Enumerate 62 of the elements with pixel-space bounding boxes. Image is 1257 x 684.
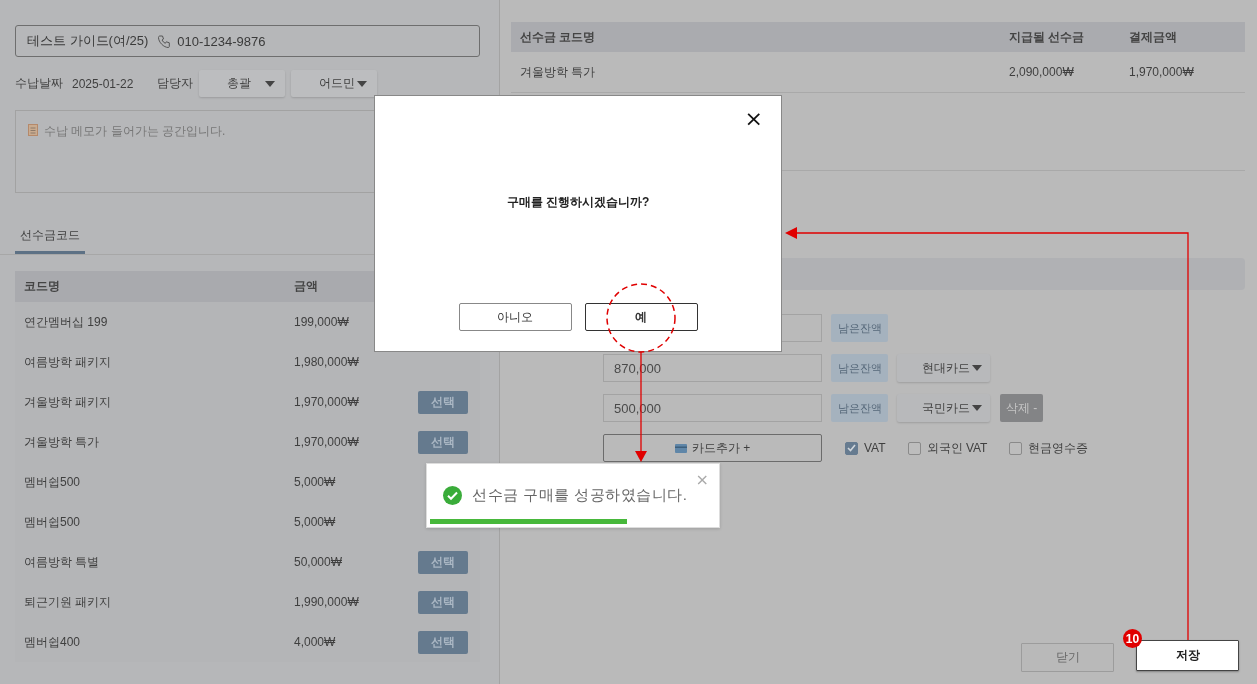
code-amount: 199,000₩ (294, 315, 350, 329)
staff-label: 담당자 (157, 75, 194, 92)
checkbox-label: VAT (864, 441, 886, 455)
code-amount: 1,970,000₩ (294, 435, 360, 449)
code-amount: 1,970,000₩ (294, 395, 360, 409)
checkbox-label: 외국인 VAT (926, 439, 988, 457)
column-header: 선수금 코드명 (520, 28, 597, 46)
column-header: 코드명 (23, 278, 61, 295)
dropdown-caret-icon (972, 405, 982, 411)
remaining-balance-button[interactable]: 남은잔액 (831, 354, 888, 382)
date-label: 수납날짜 (15, 75, 63, 92)
table-cell-text: 1,970,000₩ (1129, 65, 1195, 79)
column-header: 금액 (294, 278, 319, 295)
remaining-balance-button[interactable]: 남은잔액 (831, 314, 888, 342)
table-cell-text: 겨울방학 특가 (520, 63, 597, 81)
add-card-button[interactable]: 카드추가 + (603, 434, 822, 462)
card-select[interactable]: 현대카드 (897, 354, 990, 382)
dialog-message: 구매를 진행하시겠습니까? (506, 194, 650, 211)
checkbox[interactable] (845, 441, 858, 455)
code-name: 퇴근기원 패키지 (23, 593, 113, 611)
code-amount: 1,980,000₩ (294, 355, 360, 369)
dropdown-caret-icon (972, 365, 982, 371)
clipboard-icon (28, 123, 38, 136)
code-name: 여름방학 패키지 (23, 353, 113, 371)
code-name: 멤버쉽500 (23, 513, 82, 531)
staff-select[interactable]: 어드민 (291, 70, 378, 97)
customer-name: 테스트 가이드(여/25) (27, 32, 149, 50)
remaining-balance-button[interactable]: 남은잔액 (831, 394, 888, 422)
success-check-icon (443, 486, 462, 505)
column-header: 결제금액 (1129, 28, 1178, 46)
code-name: 연간멤버십 199 (23, 313, 109, 331)
phone-number: 010-1234-9876 (177, 33, 266, 49)
cancel-button[interactable]: 아니오 (458, 303, 572, 331)
card-icon (674, 443, 687, 453)
close-button[interactable]: 닫기 (1021, 643, 1114, 672)
phone-icon (158, 34, 172, 48)
code-amount: 1,990,000₩ (294, 595, 360, 609)
card-select[interactable]: 국민카드 (897, 394, 990, 422)
confirm-button[interactable]: 예 (584, 303, 698, 331)
date-value: 2025-01-22 (72, 76, 134, 91)
table-cell-text: 2,090,000₩ (1009, 65, 1075, 79)
code-tab[interactable]: 선수금코드 (15, 227, 85, 254)
code-name: 멤버쉽400 (23, 633, 82, 651)
code-name: 여름방학 특별 (23, 553, 101, 571)
memo-placeholder: 수납 메모가 들어가는 공간입니다. (44, 123, 226, 140)
dropdown-caret-icon (357, 80, 368, 87)
dropdown-caret-icon (265, 80, 276, 87)
code-name: 겨울방학 특가 (23, 433, 101, 451)
code-name: 멤버쉽500 (23, 473, 82, 491)
highlight-circle (606, 283, 676, 353)
code-name: 겨울방학 패키지 (23, 393, 113, 411)
code-amount: 50,000₩ (294, 555, 344, 569)
checkbox[interactable] (907, 441, 921, 455)
code-amount: 5,000₩ (294, 475, 337, 489)
checkbox[interactable] (1009, 441, 1023, 455)
code-amount: 5,000₩ (294, 515, 337, 529)
staff-select[interactable]: 총괄 (199, 70, 286, 97)
checkbox-label: 현금영수증 (1028, 439, 1089, 457)
column-header: 지급될 선수금 (1009, 28, 1086, 46)
code-amount: 4,000₩ (294, 635, 337, 649)
step-badge: 10 (1123, 629, 1142, 648)
toast-message: 선수금 구매를 성공하였습니다. (472, 486, 688, 505)
